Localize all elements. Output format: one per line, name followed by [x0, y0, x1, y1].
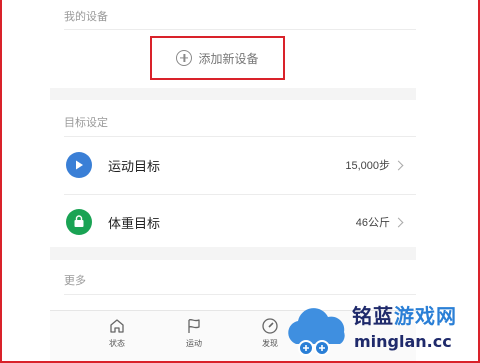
cloud-logo-icon: [288, 308, 345, 356]
watermark-cn: 铭蓝游戏网: [352, 306, 457, 328]
watermark-logo: 铭蓝游戏网 minglan.cc: [282, 296, 480, 363]
watermark-en: minglan.cc: [354, 332, 452, 351]
